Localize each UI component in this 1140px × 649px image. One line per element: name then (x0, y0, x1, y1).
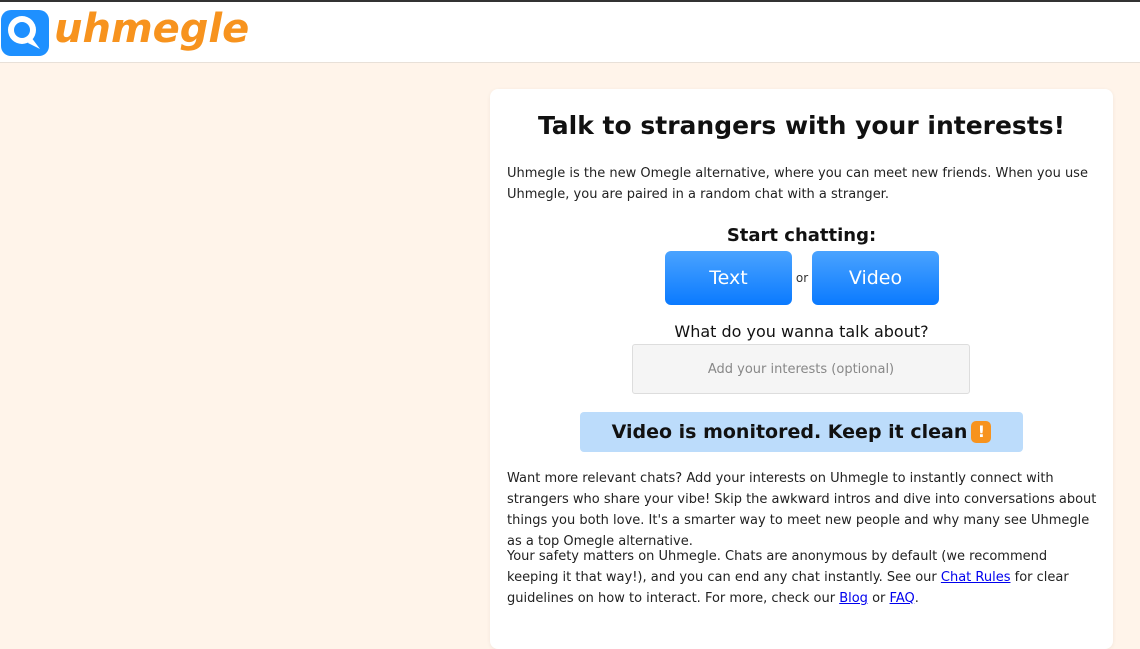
safety-or-text: or (867, 591, 890, 606)
interests-input[interactable] (632, 344, 970, 394)
video-chat-button[interactable]: Video (812, 251, 939, 305)
exclamation-icon: ! (971, 421, 992, 443)
monitoring-banner: Video is monitored. Keep it clean ! (580, 412, 1023, 452)
chat-rules-link[interactable]: Chat Rules (941, 570, 1011, 585)
main-card: Talk to strangers with your interests! U… (490, 89, 1113, 649)
safety-paragraph: Your safety matters on Uhmegle. Chats ar… (507, 546, 1099, 609)
monitoring-banner-text: Video is monitored. Keep it clean (611, 421, 968, 443)
interests-paragraph: Want more relevant chats? Add your inter… (507, 471, 1097, 549)
top-bar: uhmegle (0, 0, 1140, 63)
logo-text: uhmegle (54, 6, 250, 52)
text-chat-button[interactable]: Text (665, 251, 792, 305)
faq-link[interactable]: FAQ (890, 591, 915, 606)
or-separator: or (795, 271, 809, 285)
intro-paragraph: Uhmegle is the new Omegle alternative, w… (507, 166, 1088, 202)
logo[interactable]: uhmegle (0, 6, 249, 58)
chat-bubble-logo-icon (1, 10, 49, 56)
interests-label: What do you wanna talk about? (674, 322, 929, 341)
start-chatting-label: Start chatting: (726, 225, 877, 246)
blog-link[interactable]: Blog (839, 591, 868, 606)
page-title: Talk to strangers with your interests! (537, 111, 1066, 140)
safety-end-text: . (914, 591, 919, 606)
